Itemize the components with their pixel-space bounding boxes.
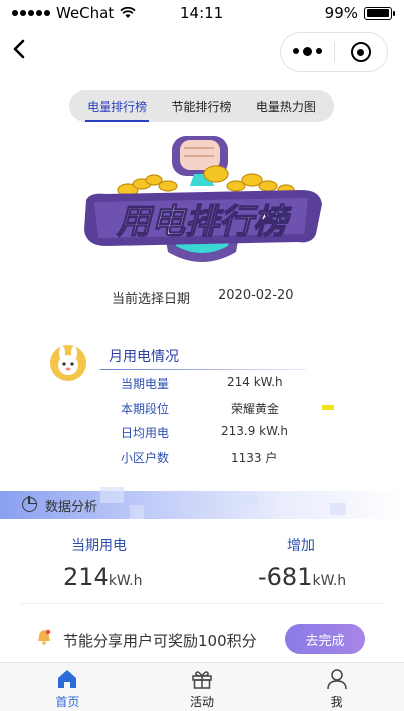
status-right: 99% <box>324 4 395 22</box>
current-usage-value: 214kW.h <box>63 563 142 591</box>
bell-icon <box>38 629 51 645</box>
monthly-row-value: 213.9 kW.h <box>221 424 289 438</box>
tab-saving-ranking[interactable]: 节能排行榜 <box>169 96 233 117</box>
pie-chart-icon <box>22 496 37 512</box>
status-left: WeChat <box>12 4 136 22</box>
ranking-tabs: 电量排行榜 节能排行榜 电量热力图 <box>69 90 334 122</box>
date-label: 当前选择日期 <box>112 292 191 307</box>
close-miniprogram-button[interactable] <box>334 42 387 62</box>
status-time: 14:11 <box>180 4 224 22</box>
tab-heat-map[interactable]: 电量热力图 <box>254 96 318 117</box>
monthly-title: 月用电情况 <box>109 349 179 365</box>
more-dots-icon[interactable] <box>281 46 334 56</box>
current-usage-label: 当期用电 <box>71 538 127 554</box>
chevron-left-icon[interactable] <box>8 34 32 64</box>
tab-home-label: 首页 <box>55 695 80 709</box>
increase-number: -681 <box>258 563 313 591</box>
target-icon <box>350 42 371 62</box>
navigation-bar <box>0 26 404 74</box>
current-usage-unit: kW.h <box>108 573 143 589</box>
current-usage-number: 214 <box>63 563 109 591</box>
monthly-row-key: 当期电量 <box>121 377 170 391</box>
banner-title: 用电排行榜 <box>116 202 292 242</box>
battery-fill <box>366 9 390 17</box>
ranking-banner: 用电排行榜 <box>84 136 322 262</box>
home-icon <box>58 670 77 688</box>
section-divider <box>20 603 384 604</box>
data-analysis-header: 数据分析 <box>0 487 404 519</box>
increase-unit: kW.h <box>312 573 347 589</box>
gift-icon <box>192 671 212 689</box>
tab-activity-label: 活动 <box>190 695 215 709</box>
user-icon <box>326 669 347 690</box>
complete-task-button[interactable]: 去完成 <box>285 624 365 654</box>
bottom-tab-bar: 首页 活动 我 <box>0 662 404 711</box>
signal-icon <box>12 10 50 16</box>
monthly-row-value: 荣耀黄金 <box>231 402 280 416</box>
monthly-row-key: 本期段位 <box>121 402 170 416</box>
increase-label: 增加 <box>287 538 315 554</box>
monthly-row-key: 小区户数 <box>121 451 170 465</box>
rank-badge <box>322 405 334 410</box>
avatar <box>50 345 86 381</box>
status-bar: WeChat 14:11 99% <box>0 0 404 26</box>
tab-power-ranking[interactable]: 电量排行榜 <box>85 96 150 122</box>
data-analysis-title: 数据分析 <box>45 500 98 515</box>
monthly-divider <box>100 369 306 370</box>
date-row[interactable]: 当前选择日期 2020-02-20 <box>112 288 294 307</box>
tab-activity[interactable]: 活动 <box>135 663 270 711</box>
increase-value: -681kW.h <box>258 563 346 591</box>
share-reward-text: 节能分享用户可奖励100积分 <box>63 632 257 650</box>
tab-home[interactable]: 首页 <box>0 663 135 711</box>
monthly-row-key: 日均用电 <box>121 426 170 440</box>
date-value[interactable]: 2020-02-20 <box>218 288 294 307</box>
mini-program-capsule <box>280 32 388 72</box>
tab-me-label: 我 <box>330 695 343 709</box>
battery-percent: 99% <box>324 4 358 22</box>
monthly-row-value: 1133 户 <box>231 451 278 465</box>
carrier-label: WeChat <box>56 4 115 22</box>
wifi-icon <box>120 7 136 18</box>
monthly-row-value: 214 kW.h <box>227 375 283 389</box>
battery-icon <box>364 6 395 20</box>
tab-me[interactable]: 我 <box>269 663 404 711</box>
